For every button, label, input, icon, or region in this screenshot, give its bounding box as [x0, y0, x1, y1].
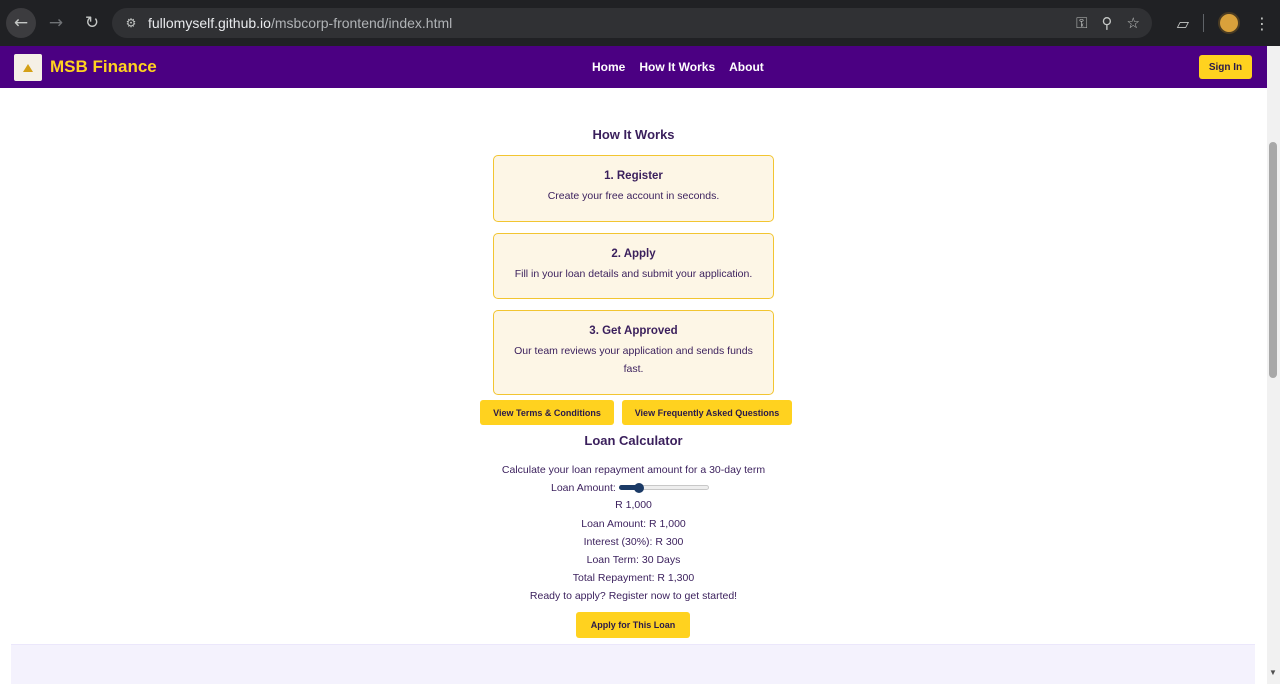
browser-actions: ▱ ⋮ [1177, 8, 1270, 38]
brand-logo[interactable] [14, 54, 42, 81]
step-title: 2. Apply [611, 248, 656, 260]
brand-name[interactable]: MSB Finance [50, 57, 157, 77]
key-icon[interactable]: ⚿ [1076, 14, 1087, 32]
step-card-get-approved: 3. Get Approved Our team reviews your ap… [493, 310, 774, 395]
apply-cta-text: Ready to apply? Register now to get star… [529, 590, 738, 602]
apply-loan-button[interactable]: Apply for This Loan [576, 612, 690, 638]
browser-toolbar: ← → ↻ ⚙ fullomyself.github.io/msbcorp-fr… [0, 0, 1280, 46]
toolbar-separator [1203, 14, 1204, 32]
url-path: /msbcorp-frontend/index.html [270, 15, 453, 31]
step-description: Create your free account in seconds. [547, 190, 720, 202]
profile-avatar[interactable] [1218, 12, 1240, 34]
loan-amount-label: Loan Amount: [551, 482, 616, 494]
nav-about[interactable]: About [729, 60, 764, 74]
logo-triangle-icon [23, 63, 33, 72]
loan-amount-row: Loan Amount: [551, 481, 709, 495]
total-repayment-summary: Total Repayment: R 1,300 [572, 572, 695, 584]
loan-amount-display: R 1,000 [615, 499, 652, 511]
loan-calculator-title: Loan Calculator [584, 433, 683, 448]
url-host: fullomyself.github.io [148, 15, 271, 31]
puzzle-icon[interactable]: ▱ [1177, 14, 1189, 33]
loan-term-summary: Loan Term: 30 Days [586, 554, 681, 566]
scrollbar-thumb[interactable] [1269, 142, 1277, 378]
step-description: Our team reviews your application and se… [514, 345, 753, 375]
interest-summary: Interest (30%): R 300 [583, 536, 684, 548]
star-icon[interactable]: ☆ [1127, 14, 1140, 32]
terms-button[interactable]: View Terms & Conditions [480, 400, 614, 425]
scroll-down-icon[interactable]: ▼ [1269, 668, 1277, 677]
nav-home[interactable]: Home [592, 60, 625, 74]
omnibox-actions: ⚿ ⚲ ☆ [1076, 8, 1140, 38]
step-card-apply: 2. Apply Fill in your loan details and s… [493, 233, 774, 299]
sign-in-button[interactable]: Sign In [1199, 55, 1252, 79]
back-arrow-icon[interactable]: ← [6, 8, 36, 38]
slider-thumb[interactable] [633, 483, 644, 493]
step-title: 3. Get Approved [589, 325, 678, 337]
url-text[interactable]: fullomyself.github.io/msbcorp-frontend/i… [148, 15, 452, 31]
forward-arrow-icon[interactable]: → [40, 7, 72, 39]
loan-amount-summary: Loan Amount: R 1,000 [581, 518, 686, 530]
footer-section [11, 644, 1255, 684]
reload-icon[interactable]: ↻ [76, 7, 108, 39]
how-it-works-title: How It Works [592, 127, 675, 142]
loan-amount-slider[interactable] [618, 481, 709, 495]
step-title: 1. Register [604, 170, 663, 182]
zoom-icon[interactable]: ⚲ [1102, 14, 1113, 32]
step-description: Fill in your loan details and submit you… [514, 268, 753, 280]
calculator-subtitle: Calculate your loan repayment amount for… [501, 464, 766, 476]
main-nav: Home How It Works About [592, 60, 764, 74]
faq-button[interactable]: View Frequently Asked Questions [622, 400, 792, 425]
site-header: MSB Finance Home How It Works About Sign… [0, 46, 1267, 88]
site-settings-icon[interactable]: ⚙ [122, 14, 140, 32]
address-bar[interactable]: ⚙ fullomyself.github.io/msbcorp-frontend… [112, 8, 1152, 38]
step-card-register: 1. Register Create your free account in … [493, 155, 774, 222]
nav-how-it-works[interactable]: How It Works [639, 60, 715, 74]
kebab-menu-icon[interactable]: ⋮ [1254, 14, 1270, 33]
